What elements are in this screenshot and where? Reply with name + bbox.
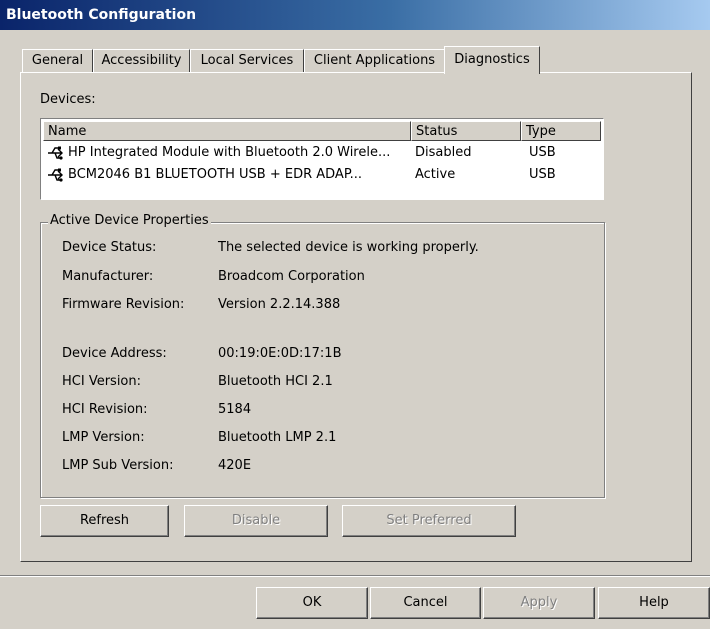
help-button[interactable]: Help [598,587,710,619]
property-value: Bluetooth LMP 2.1 [218,430,337,445]
property-value: Bluetooth HCI 2.1 [218,374,333,389]
window-title: Bluetooth Configuration [0,0,710,30]
property-label: Device Address: [62,346,167,361]
device-type: USB [529,167,556,182]
devices-list[interactable]: Name Status Type HP Integrated Module wi… [40,118,604,200]
group-title: Active Device Properties [48,213,211,228]
device-row[interactable]: BCM2046 B1 BLUETOOTH USB + EDR ADAP... A… [43,165,599,185]
devices-label: Devices: [40,92,96,107]
property-value: 00:19:0E:0D:17:1B [218,346,342,361]
usb-icon [48,168,63,182]
property-value: Version 2.2.14.388 [218,297,341,312]
device-status: Active [415,167,456,182]
ok-button[interactable]: OK [256,587,368,619]
tab-client-applications[interactable]: Client Applications [304,49,445,72]
tab-diagnostics[interactable]: Diagnostics [444,46,540,74]
property-value: The selected device is working properly. [218,240,479,255]
disable-button[interactable]: Disable [184,505,328,537]
property-label: HCI Version: [62,374,142,389]
device-status: Disabled [415,145,472,160]
apply-button[interactable]: Apply [483,587,595,619]
refresh-button[interactable]: Refresh [40,505,169,537]
usb-icon [48,146,63,160]
property-label: LMP Sub Version: [62,458,174,473]
tab-general[interactable]: General [22,49,93,72]
tab-local-services[interactable]: Local Services [190,49,304,72]
property-label: Manufacturer: [62,269,154,284]
device-name: HP Integrated Module with Bluetooth 2.0 … [68,145,391,160]
property-label: Device Status: [62,240,157,255]
property-label: Firmware Revision: [62,297,185,312]
property-value: 5184 [218,402,252,417]
column-header-name[interactable]: Name [43,121,411,141]
tab-accessibility[interactable]: Accessibility [93,49,190,72]
property-label: LMP Version: [62,430,145,445]
property-label: HCI Revision: [62,402,148,417]
set-preferred-button[interactable]: Set Preferred [342,505,516,537]
device-name: BCM2046 B1 BLUETOOTH USB + EDR ADAP... [68,167,363,182]
device-type: USB [529,145,556,160]
property-value: Broadcom Corporation [218,269,365,284]
column-header-type[interactable]: Type [521,121,601,141]
property-value: 420E [218,458,252,473]
cancel-button[interactable]: Cancel [370,587,481,619]
device-row[interactable]: HP Integrated Module with Bluetooth 2.0 … [43,143,599,163]
column-header-status[interactable]: Status [411,121,521,141]
